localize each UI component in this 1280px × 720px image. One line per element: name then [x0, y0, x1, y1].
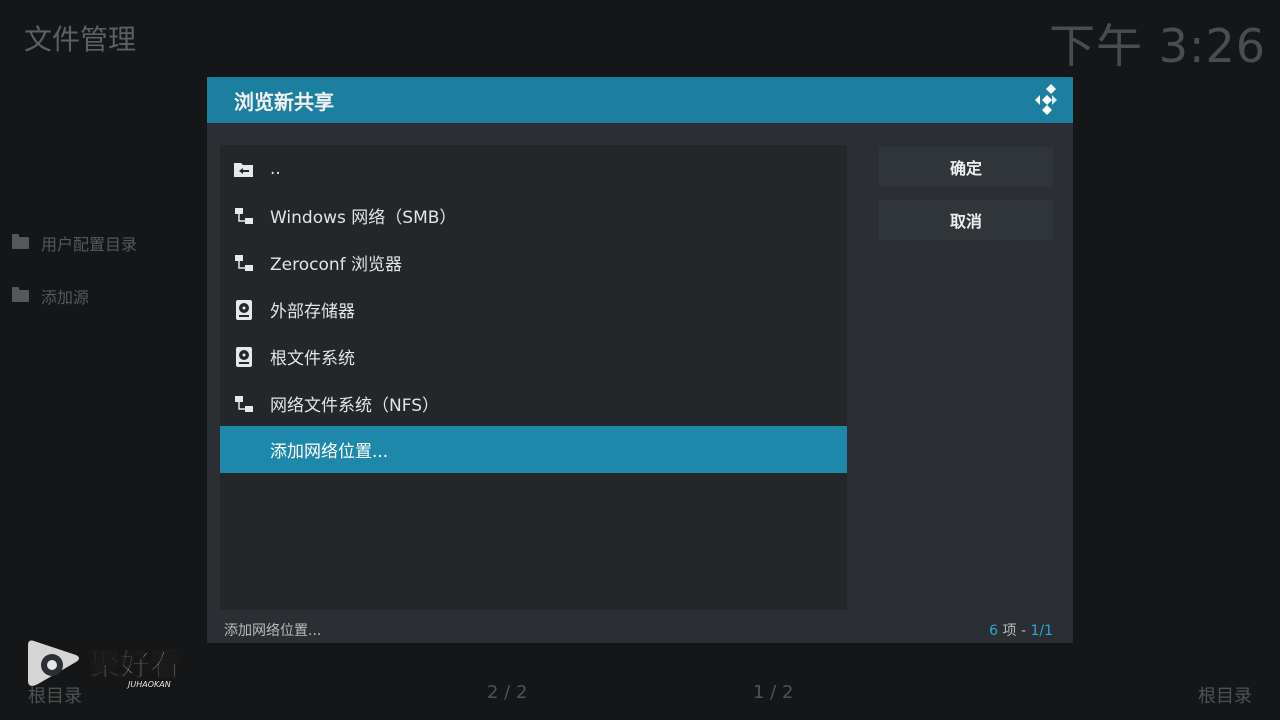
list-item-add-network-location[interactable]: 添加网络位置... — [220, 426, 847, 473]
ok-button[interactable]: 确定 — [879, 147, 1053, 187]
footer-right-label: 根目录 — [1198, 686, 1252, 707]
selected-item-label: 添加网络位置... — [224, 623, 322, 639]
list-item-label: 网络文件系统（NFS） — [270, 396, 439, 416]
footer-page-indicator-left: 2 / 2 — [487, 682, 528, 703]
harddisk-icon — [236, 347, 252, 367]
folder-icon — [12, 287, 29, 302]
folder-icon — [12, 234, 29, 249]
list-item-root-filesystem[interactable]: 根文件系统 — [220, 333, 847, 380]
browse-share-dialog: 浏览新共享 .. Windows 网络（SMB） Zeroconf 浏览器 外部… — [207, 77, 1073, 643]
sidebar-item-label: 用户配置目录 — [41, 235, 138, 254]
list-item-label: Windows 网络（SMB） — [270, 208, 457, 228]
list-item-zeroconf[interactable]: Zeroconf 浏览器 — [220, 239, 847, 286]
dialog-title: 浏览新共享 — [234, 89, 334, 114]
list-item-external-storage[interactable]: 外部存储器 — [220, 286, 847, 333]
file-source-list: .. Windows 网络（SMB） Zeroconf 浏览器 外部存储器 根文… — [220, 145, 847, 610]
list-item-label: 添加网络位置... — [270, 442, 389, 462]
page-title: 文件管理 — [24, 23, 137, 56]
list-item-label: 根文件系统 — [270, 349, 355, 369]
list-item-label: Zeroconf 浏览器 — [270, 255, 403, 275]
kodi-logo-icon — [1035, 84, 1057, 115]
list-item-nfs[interactable]: 网络文件系统（NFS） — [220, 380, 847, 427]
cancel-button[interactable]: 取消 — [879, 200, 1053, 240]
network-icon — [235, 255, 253, 271]
item-count-status: 6 项 - 1/1 — [989, 620, 1053, 640]
list-item-windows-smb[interactable]: Windows 网络（SMB） — [220, 192, 847, 239]
page-indicator: 1/1 — [1030, 623, 1053, 639]
list-item-label: 外部存储器 — [270, 302, 355, 322]
item-count-suffix: 项 - — [1002, 623, 1027, 639]
watermark-brand: 聚好看 — [89, 648, 180, 683]
network-icon — [235, 208, 253, 224]
dialog-header: 浏览新共享 — [207, 77, 1073, 123]
juhaokan-watermark: 聚好看 JUHAOKAN — [24, 637, 189, 699]
clock: 下午 3:26 — [1049, 19, 1266, 73]
network-icon — [235, 396, 253, 412]
sidebar-item-add-source[interactable]: 添加源 — [12, 284, 89, 308]
footer-page-indicator-right: 1 / 2 — [753, 682, 794, 703]
juhaokan-logo-icon: 聚好看 JUHAOKAN — [28, 640, 181, 689]
item-count: 6 — [989, 623, 999, 639]
sidebar-item-label: 添加源 — [41, 288, 90, 307]
harddisk-icon — [236, 300, 252, 320]
folder-back-icon — [234, 163, 253, 177]
watermark-sub: JUHAOKAN — [126, 680, 171, 689]
sidebar-item-profile-directory[interactable]: 用户配置目录 — [12, 231, 137, 255]
list-item-label: .. — [270, 158, 281, 179]
list-item-parent-folder[interactable]: .. — [220, 145, 847, 192]
